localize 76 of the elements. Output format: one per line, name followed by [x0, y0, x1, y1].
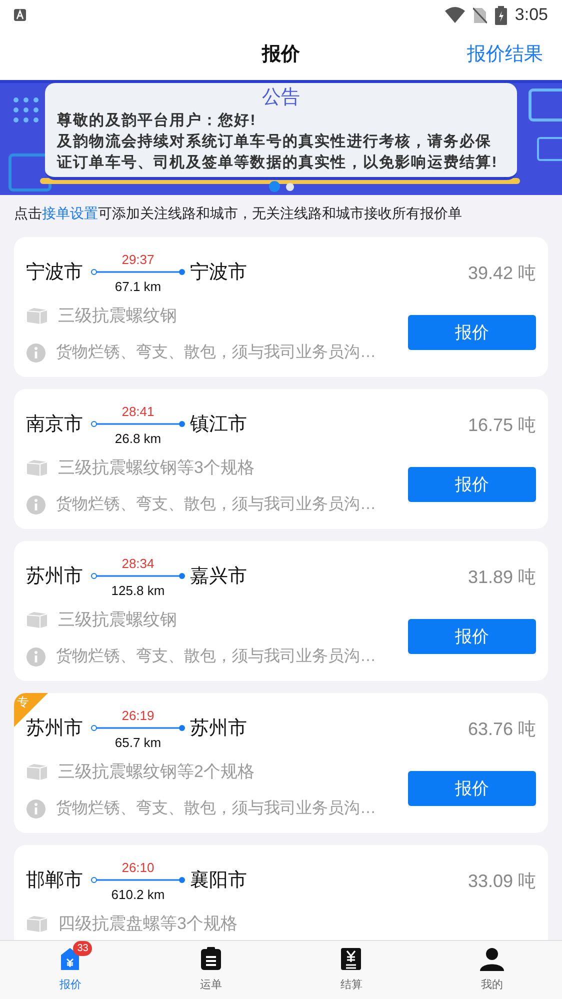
quote-button[interactable]: 报价 — [408, 771, 536, 806]
distance-text: 610.2 km — [110, 886, 166, 904]
distance-text: 125.8 km — [110, 582, 166, 600]
goods-text: 三级抗震螺纹钢 — [58, 305, 177, 327]
note-text: 货物烂锈、弯支、散包，须与我司业务员沟… — [56, 342, 376, 362]
destination-city: 襄阳市 — [190, 868, 247, 893]
info-icon — [26, 494, 46, 514]
origin-city: 南京市 — [26, 412, 84, 437]
goods-text: 三级抗震螺纹钢 — [58, 609, 177, 631]
distance-text: 67.1 km — [114, 278, 162, 296]
countdown-time: 26:19 — [120, 707, 156, 725]
quote-results-link[interactable]: 报价结果 — [467, 40, 543, 70]
origin-city: 苏州市 — [26, 564, 84, 589]
count-badge: 33 — [73, 941, 92, 956]
clipboard-icon — [200, 947, 222, 971]
yen-document-icon — [340, 947, 362, 971]
route-line-icon — [90, 724, 186, 732]
tab-item[interactable]: 运单 — [140, 941, 281, 999]
tab-item[interactable]: 结算 — [281, 941, 422, 999]
destination-city: 宁波市 — [190, 260, 247, 285]
weight-text: 31.89 吨 — [468, 566, 536, 588]
quote-button[interactable]: 报价 — [408, 467, 536, 502]
destination-city: 嘉兴市 — [190, 564, 247, 589]
announcement-text: 及韵物流会持续对系统订单车号的真实性进行考核，请务必保证订单车号、司机及签单等数据的真实性，以免影响运费结算! — [57, 132, 499, 173]
order-card[interactable]: 苏州市 28:34 125.8 km 嘉兴市 31.89 吨 三级抗震螺纹钢 货物烂锈、弯支、散包，须与我司业务员沟… 报价 — [14, 541, 548, 681]
weight-text: 39.42 吨 — [468, 262, 536, 284]
info-icon — [26, 646, 46, 666]
box-icon — [26, 610, 48, 629]
info-icon — [26, 798, 46, 818]
wifi-icon — [444, 7, 465, 23]
box-icon — [26, 306, 48, 325]
info-icon — [26, 342, 46, 362]
box-icon — [26, 762, 48, 781]
announcement-title: 公告 — [262, 86, 300, 110]
order-card[interactable]: 南京市 28:41 26.8 km 镇江市 16.75 吨 三级抗震螺纹钢等3个规格 货物烂锈、弯支、散包，须与我司业务员沟… 报价 — [14, 389, 548, 529]
origin-city: 邯郸市 — [26, 868, 84, 893]
route-line-icon — [90, 572, 186, 580]
page-title: 报价 — [262, 42, 300, 67]
goods-text: 三级抗震螺纹钢等3个规格 — [58, 457, 254, 479]
order-card[interactable]: 宁波市 29:37 67.1 km 宁波市 39.42 吨 三级抗震螺纹钢 货物烂锈、弯支、散包，须与我司业务员沟… 报价 — [14, 237, 548, 377]
weight-text: 33.09 吨 — [468, 870, 536, 892]
tab-item[interactable]: 33 报价 — [0, 941, 140, 999]
note-text: 货物烂锈、弯支、散包，须与我司业务员沟… — [56, 798, 376, 818]
box-icon — [26, 458, 48, 477]
keyboard-app-icon — [14, 9, 26, 21]
destination-city: 镇江市 — [190, 412, 247, 437]
weight-text: 63.76 吨 — [468, 718, 536, 740]
quote-button[interactable]: 报价 — [408, 315, 536, 350]
person-icon — [480, 947, 504, 971]
quote-button[interactable]: 报价 — [408, 619, 536, 654]
distance-text: 65.7 km — [114, 734, 162, 752]
announcement-text: 尊敬的及韵平台用户：您好! — [57, 111, 258, 131]
destination-city: 苏州市 — [190, 716, 247, 741]
countdown-time: 28:41 — [120, 403, 156, 421]
hint-text: 点击接单设置可添加关注线路和城市，无关注线路和城市接收所有报价单 — [14, 204, 462, 222]
order-card[interactable]: 邯郸市 26:10 610.2 km 襄阳市 33.09 吨 四级抗震盘螺等3个规格 — [14, 845, 548, 940]
goods-text: 四级抗震盘螺等3个规格 — [58, 913, 238, 935]
route-line-icon — [90, 876, 186, 884]
countdown-time: 29:37 — [120, 251, 156, 269]
box-icon — [26, 914, 48, 933]
order-settings-link[interactable]: 接单设置 — [42, 204, 98, 220]
battery-icon — [494, 6, 507, 24]
countdown-time: 28:34 — [120, 555, 156, 573]
no-sim-icon — [472, 6, 487, 24]
distance-text: 26.8 km — [114, 430, 162, 448]
note-text: 货物烂锈、弯支、散包，须与我司业务员沟… — [56, 646, 376, 666]
route-line-icon — [90, 268, 186, 276]
countdown-time: 26:10 — [120, 859, 156, 877]
weight-text: 16.75 吨 — [468, 414, 536, 436]
goods-text: 三级抗震螺纹钢等2个规格 — [58, 761, 254, 783]
origin-city: 宁波市 — [26, 260, 84, 285]
announcement-banner[interactable]: 公告 尊敬的及韵平台用户：您好! 及韵物流会持续对系统订单车号的真实性进行考核，请务必保证订单车号、司机及签单等数据的真实性，以免影响运费结算! — [0, 80, 562, 195]
status-time: 3:05 — [514, 4, 548, 26]
route-line-icon — [90, 420, 186, 428]
note-text: 货物烂锈、弯支、散包，须与我司业务员沟… — [56, 494, 376, 514]
tab-item[interactable]: 我的 — [422, 941, 562, 999]
